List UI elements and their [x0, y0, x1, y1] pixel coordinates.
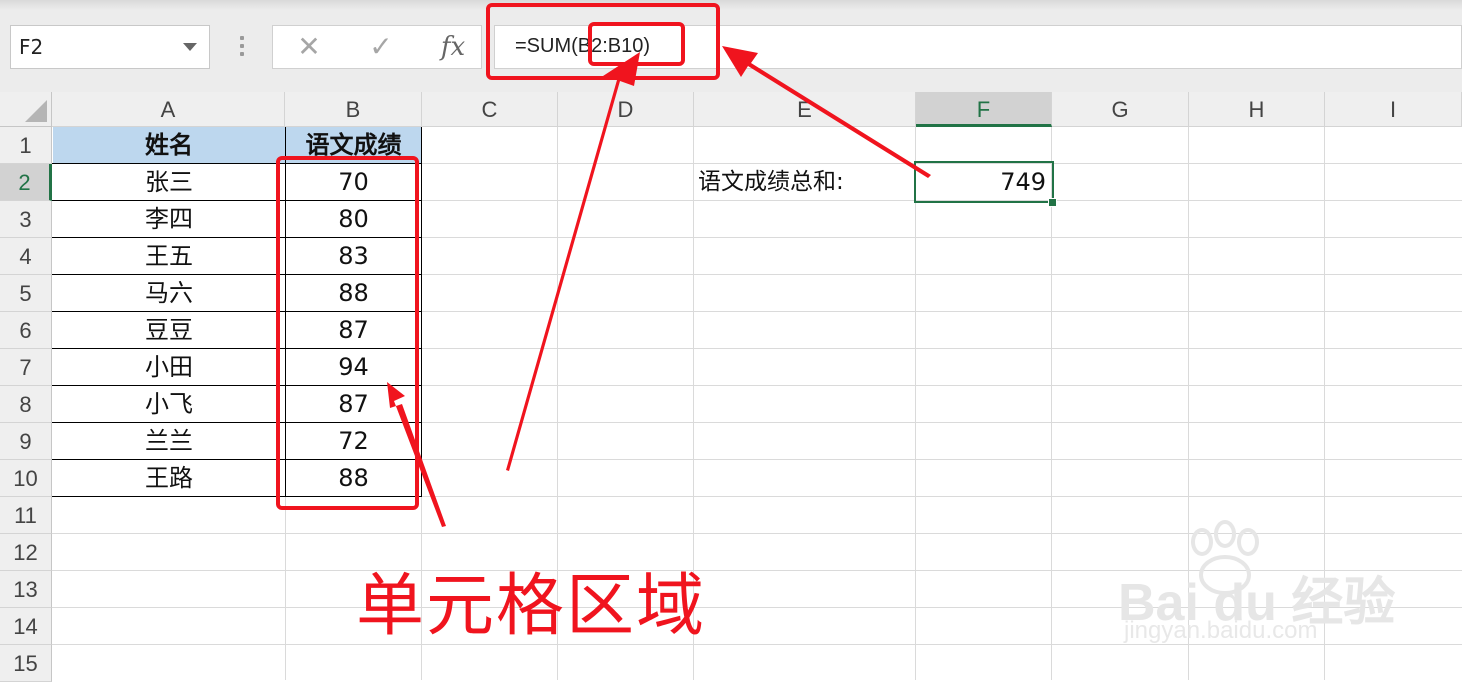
table-cell-name[interactable]: 兰兰 [53, 423, 285, 460]
row-header-14[interactable]: 14 [0, 608, 52, 645]
row-header-7[interactable]: 7 [0, 349, 52, 386]
enter-check-icon[interactable]: ✓ [361, 32, 401, 62]
formula-buttons: ✕ ✓ fx [272, 25, 482, 69]
select-all-corner[interactable] [0, 92, 52, 127]
name-box[interactable]: F2 [10, 25, 210, 69]
ribbon-edge [0, 0, 1462, 10]
row-header-10[interactable]: 10 [0, 460, 52, 497]
table-cell-name[interactable]: 李四 [53, 201, 285, 238]
row-header-6[interactable]: 6 [0, 312, 52, 349]
table-cell-name[interactable]: 张三 [53, 164, 285, 201]
row-header-13[interactable]: 13 [0, 571, 52, 608]
formula-toolbar: F2 ✕ ✓ fx =SUM(B2:B10) [0, 0, 1462, 92]
table-cell-name[interactable]: 王五 [53, 238, 285, 275]
row-header-5[interactable]: 5 [0, 275, 52, 312]
column-header-i[interactable]: I [1325, 92, 1462, 127]
chevron-down-icon[interactable] [183, 43, 197, 51]
sum-label[interactable]: 语文成绩总和: [698, 164, 914, 201]
column-header-c[interactable]: C [422, 92, 558, 127]
column-header-b[interactable]: B [285, 92, 422, 127]
column-header-h[interactable]: H [1189, 92, 1325, 127]
table-cell-name[interactable]: 豆豆 [53, 312, 285, 349]
table-cell-name[interactable]: 小飞 [53, 386, 285, 423]
table-cell-name[interactable]: 马六 [53, 275, 285, 312]
table-cell-name[interactable]: 王路 [53, 460, 285, 497]
table-header-name[interactable]: 姓名 [53, 127, 285, 164]
cancel-icon[interactable]: ✕ [289, 32, 329, 62]
row-header-8[interactable]: 8 [0, 386, 52, 423]
row-header-11[interactable]: 11 [0, 497, 52, 534]
row-header-9[interactable]: 9 [0, 423, 52, 460]
column-header-f[interactable]: F [916, 92, 1052, 127]
active-cell-outline[interactable] [914, 161, 1054, 203]
select-all-icon[interactable] [25, 100, 47, 122]
column-header-g[interactable]: G [1052, 92, 1189, 127]
column-header-a[interactable]: A [52, 92, 285, 127]
name-box-value: F2 [19, 35, 44, 59]
table-cell-name[interactable]: 小田 [53, 349, 285, 386]
row-header-15[interactable]: 15 [0, 645, 52, 682]
row-header-12[interactable]: 12 [0, 534, 52, 571]
row-header-4[interactable]: 4 [0, 238, 52, 275]
cell-range-highlight-box [276, 156, 419, 510]
row-header-1[interactable]: 1 [0, 127, 52, 164]
drag-handle-icon[interactable] [240, 36, 244, 58]
fill-handle[interactable] [1048, 198, 1057, 207]
column-header-d[interactable]: D [558, 92, 694, 127]
watermark-url: jingyan.baidu.com [1124, 617, 1318, 644]
range-highlight-box [588, 22, 685, 66]
row-header-3[interactable]: 3 [0, 201, 52, 238]
annotation-label: 单元格区域 [356, 567, 707, 646]
table-border [421, 127, 422, 497]
gridline [1051, 127, 1052, 680]
row-header-2[interactable]: 2 [0, 164, 52, 201]
column-header-e[interactable]: E [694, 92, 916, 127]
gridline [915, 127, 916, 680]
insert-function-icon[interactable]: fx [433, 32, 473, 62]
